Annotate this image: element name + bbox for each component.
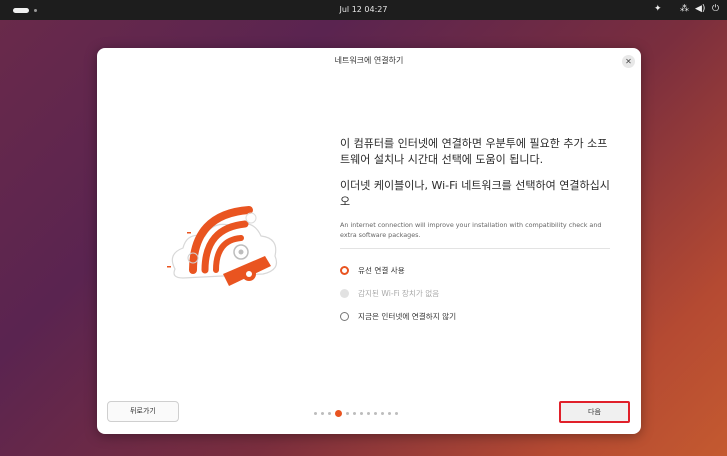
dialog-title: 네트워크에 연결하기 bbox=[334, 56, 404, 65]
page-dot bbox=[388, 411, 391, 415]
page-indicator bbox=[314, 409, 402, 417]
page-dot bbox=[395, 411, 398, 415]
page-dot bbox=[367, 411, 370, 415]
radio-wifi-icon bbox=[340, 289, 349, 298]
close-icon[interactable]: ✕ bbox=[622, 55, 635, 68]
page-dot bbox=[381, 411, 384, 415]
page-dot bbox=[314, 411, 317, 415]
page-dot bbox=[346, 411, 349, 415]
description: An internet connection will improve your… bbox=[340, 221, 602, 239]
network-illustration-icon bbox=[167, 206, 278, 286]
option-wired-connection[interactable]: 유선 연결 사용 bbox=[340, 259, 610, 282]
subheadline: 이더넷 케이블이나, Wi-Fi 네트워크를 선택하여 연결하십시오 bbox=[340, 179, 610, 208]
page-dot bbox=[335, 409, 342, 417]
option-wifi-unavailable: 감지된 Wi-Fi 장치가 없음 bbox=[340, 282, 610, 305]
page-dot bbox=[321, 411, 324, 415]
accessibility-icon[interactable]: ✦ bbox=[654, 4, 662, 14]
top-bar: Jul 12 04:27 ✦ ⁂ ◀) ⏻ bbox=[0, 0, 727, 20]
content-panel: 이 컴퓨터를 인터넷에 연결하면 우분투에 필요한 추가 소프트웨어 설치나 시… bbox=[340, 136, 610, 328]
option-label: 유선 연결 사용 bbox=[358, 266, 405, 275]
page-dot bbox=[353, 411, 356, 415]
radio-no-internet-icon[interactable] bbox=[340, 312, 349, 321]
page-dot bbox=[360, 411, 363, 415]
volume-icon[interactable]: ◀) bbox=[695, 4, 705, 14]
divider bbox=[340, 248, 610, 249]
page-dot bbox=[328, 411, 331, 415]
option-label: 지금은 인터넷에 연결하지 않기 bbox=[358, 312, 457, 321]
network-dialog: 네트워크에 연결하기 ✕ 이 컴퓨터를 인터넷에 연결하면 우분투에 필요한 추… bbox=[97, 48, 641, 434]
network-icon[interactable]: ⁂ bbox=[680, 4, 689, 14]
option-no-internet[interactable]: 지금은 인터넷에 연결하지 않기 bbox=[340, 305, 610, 328]
option-label: 감지된 Wi-Fi 장치가 없음 bbox=[358, 289, 440, 298]
headline: 이 컴퓨터를 인터넷에 연결하면 우분투에 필요한 추가 소프트웨어 설치나 시… bbox=[340, 137, 608, 166]
radio-wired-icon[interactable] bbox=[340, 266, 349, 275]
back-button[interactable]: 뒤로가기 bbox=[107, 401, 179, 422]
page-dot bbox=[374, 411, 377, 415]
next-button[interactable]: 다음 bbox=[559, 401, 630, 423]
power-icon[interactable]: ⏻ bbox=[712, 4, 719, 14]
clock[interactable]: Jul 12 04:27 bbox=[0, 5, 727, 14]
